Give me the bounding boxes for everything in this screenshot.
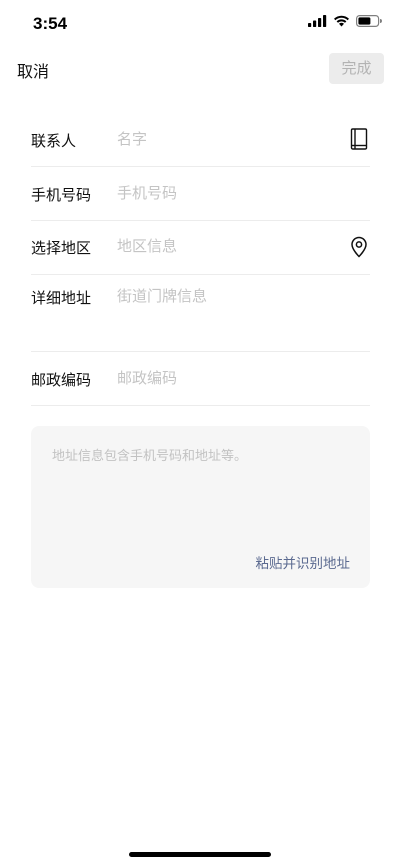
status-time: 3:54 [33,14,68,33]
cancel-button[interactable]: 取消 [17,58,49,82]
phone-row: 手机号码 [31,167,370,221]
contact-name-input[interactable] [117,130,370,148]
cellular-signal-icon [308,15,327,27]
street-address-input[interactable] [117,287,370,305]
paste-address-area[interactable]: 地址信息包含手机号码和地址等。 粘贴并识别地址 [31,426,370,588]
postcode-label: 邮政编码 [31,371,92,389]
home-indicator [129,852,271,857]
contact-row: 联系人 [31,113,370,167]
battery-icon [356,15,382,27]
address-book-icon[interactable] [350,128,368,150]
contact-label: 联系人 [31,132,77,150]
status-icons [308,15,382,27]
region-input[interactable] [117,237,370,255]
address-form: 联系人 手机号码 选择地区 详细地址 邮政编码 [31,113,370,406]
navigation-bar: 取消 完成 [0,50,400,90]
address-label: 详细地址 [31,289,92,307]
paste-placeholder: 地址信息包含手机号码和地址等。 [52,449,248,464]
paste-recognize-button[interactable]: 粘贴并识别地址 [256,552,351,572]
status-bar: 3:54 [0,0,400,48]
phone-label: 手机号码 [31,186,92,204]
done-button[interactable]: 完成 [329,53,384,84]
location-pin-icon[interactable] [350,236,368,258]
region-label: 选择地区 [31,239,92,257]
region-row[interactable]: 选择地区 [31,221,370,275]
wifi-icon [334,15,349,27]
phone-number-input[interactable] [117,184,370,202]
postcode-row: 邮政编码 [31,352,370,406]
address-row: 详细地址 [31,275,370,352]
postcode-input[interactable] [117,369,370,387]
